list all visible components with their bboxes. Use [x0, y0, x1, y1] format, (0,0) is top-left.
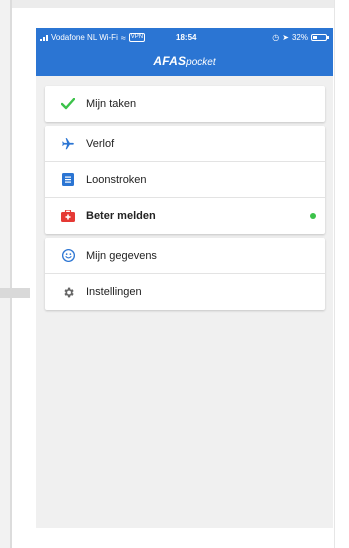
menu-item-label: Beter melden [86, 210, 156, 222]
gear-icon [54, 286, 82, 299]
menu-item-label: Verlof [86, 137, 115, 150]
menu-item-label: Mijn gegevens [86, 249, 157, 262]
menu-item-label: Mijn taken [86, 98, 137, 110]
background-frame-right [334, 0, 349, 548]
location-icon: ➤ [282, 33, 289, 42]
vpn-badge: VPN [128, 33, 146, 42]
battery-percentage: 32% [291, 33, 308, 42]
menu-item-sick-report[interactable]: Beter melden [45, 198, 325, 234]
airplane-icon [54, 137, 82, 151]
checkmark-icon [54, 98, 82, 110]
menu-item-settings[interactable]: Instellingen [45, 274, 325, 310]
background-block [0, 288, 30, 298]
menu-item-tasks[interactable]: Mijn taken [45, 86, 325, 122]
status-bar-right: ◷ ➤ 32% [272, 33, 329, 42]
battery-tip [327, 36, 329, 39]
wifi-icon: ≈ [120, 32, 126, 43]
menu-item-label: Instellingen [86, 286, 142, 298]
first-aid-icon [54, 210, 82, 222]
personal-card: Mijn gegevens Instellingen [45, 238, 325, 310]
alarm-icon: ◷ [272, 33, 280, 42]
background-frame-top [0, 0, 349, 8]
menu-item-payslips[interactable]: Loonstroken [45, 162, 325, 198]
background-frame-divider [10, 0, 12, 548]
app-title: AFASpocket [36, 54, 333, 68]
menu-item-label: Loonstroken [86, 173, 147, 186]
smiley-icon [54, 249, 82, 262]
battery-fill [313, 36, 317, 39]
menu-item-leave[interactable]: Verlof [45, 126, 325, 162]
employment-card: Verlof Loonstroken Beter melden [45, 126, 325, 234]
status-indicator-dot [310, 213, 316, 219]
menu-item-my-data[interactable]: Mijn gegevens [45, 238, 325, 274]
battery-icon [311, 34, 329, 41]
document-icon [54, 173, 82, 186]
brand-name: AFAS [153, 54, 187, 68]
brand-suffix: pocket [186, 57, 216, 68]
carrier-name: Vodafone NL Wi-Fi [51, 33, 118, 42]
signal-icon [40, 34, 48, 41]
background-frame-left [0, 0, 10, 548]
status-bar-left: Vodafone NL Wi-Fi ≈ VPN [40, 32, 146, 43]
app-header: Vodafone NL Wi-Fi ≈ VPN 18:54 ◷ ➤ 32% AF… [36, 28, 333, 76]
tasks-card: Mijn taken [45, 86, 325, 122]
status-time: 18:54 [176, 33, 197, 42]
phone-screen: Vodafone NL Wi-Fi ≈ VPN 18:54 ◷ ➤ 32% AF… [36, 28, 333, 528]
